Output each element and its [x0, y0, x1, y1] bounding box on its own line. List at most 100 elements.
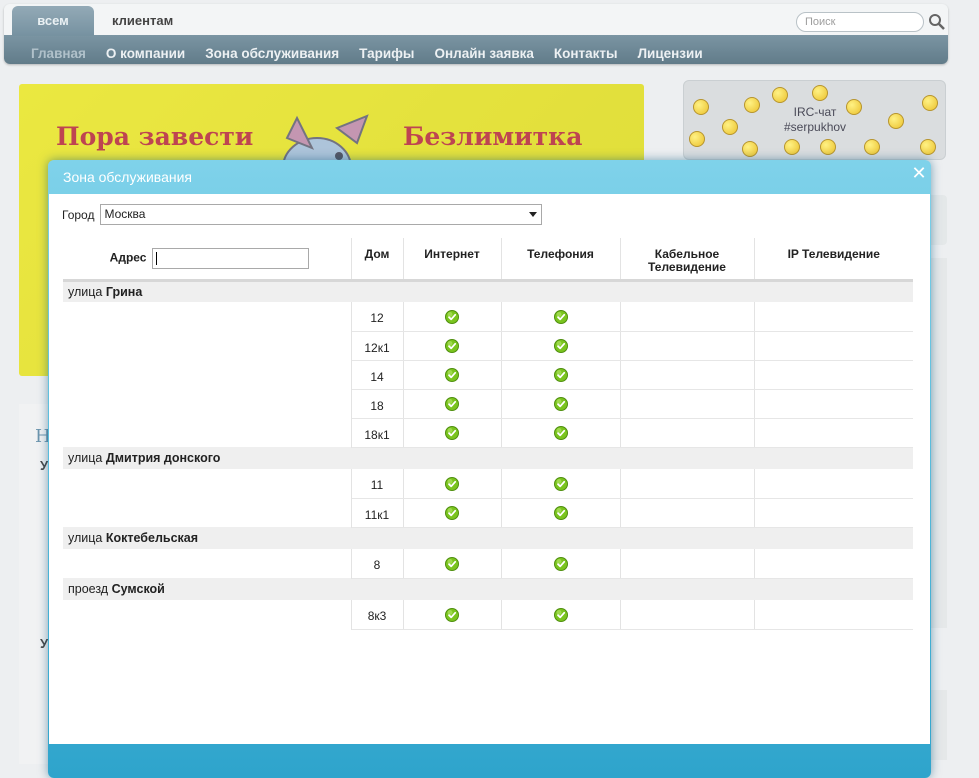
phone-cell	[501, 600, 621, 630]
ip-tv-cell	[754, 549, 913, 579]
internet-cell	[403, 331, 502, 361]
street-prefix: улица	[68, 531, 103, 546]
col-ip-tv: IP Телевидение	[787, 247, 880, 261]
street-name: Сумской	[111, 582, 165, 597]
check-icon	[553, 556, 568, 571]
street-name: Дмитрия донского	[105, 451, 221, 466]
ip-tv-cell	[754, 331, 913, 361]
cable-tv-cell	[620, 498, 755, 528]
check-icon	[553, 425, 568, 440]
internet-cell	[403, 302, 502, 332]
street-row: улица Дмитрия донского	[63, 447, 913, 469]
phone-cell	[501, 549, 621, 579]
internet-cell	[403, 469, 502, 499]
house-number: 18к1	[351, 418, 404, 448]
check-icon	[445, 338, 459, 353]
check-icon	[445, 476, 459, 491]
phone-cell	[501, 331, 621, 361]
house-row: 11к1	[63, 498, 913, 528]
cable-tv-cell	[620, 331, 755, 361]
cable-tv-cell	[620, 469, 755, 499]
internet-cell	[403, 360, 502, 390]
ip-tv-cell	[754, 360, 913, 390]
cable-tv-cell	[620, 549, 755, 579]
internet-cell	[403, 389, 502, 419]
modal-title: Зона обслуживания	[63, 169, 193, 185]
house-row: 18к1	[63, 418, 913, 448]
col-address: Адрес	[63, 238, 352, 280]
coverage-modal: Зона обслуживания ✕ Город Москва Адрес Д…	[48, 160, 931, 778]
close-icon[interactable]: ✕	[911, 164, 927, 182]
coverage-table-body: улица Грина 12 12к1 14 18 18к1 улица Дмитрия д…	[63, 280, 913, 630]
phone-cell	[501, 418, 621, 448]
cable-tv-cell	[620, 302, 755, 332]
phone-cell	[501, 389, 621, 419]
phone-cell	[501, 498, 621, 528]
cable-tv-cell	[620, 418, 755, 448]
house-row: 8к3	[63, 600, 913, 630]
phone-cell	[501, 360, 621, 390]
house-row: 12к1	[63, 331, 913, 361]
ip-tv-cell	[754, 302, 913, 332]
house-number: 11к1	[351, 498, 404, 528]
check-icon	[445, 556, 459, 571]
modal-footer	[49, 744, 930, 778]
street-prefix: проезд	[68, 582, 109, 597]
street-row: улица Коктебельская	[63, 527, 913, 549]
check-icon	[553, 338, 568, 353]
table-header: Адрес Дом Интернет Телефония Кабельное Т…	[63, 238, 913, 280]
ip-tv-cell	[754, 498, 913, 528]
col-house: Дом	[351, 238, 404, 280]
house-number: 11	[351, 469, 404, 499]
city-select[interactable]: Москва	[100, 204, 543, 225]
ip-tv-cell	[754, 418, 913, 448]
address-input[interactable]	[151, 248, 309, 269]
street-row: улица Грина	[63, 280, 913, 302]
check-icon	[553, 367, 568, 382]
col-phone: Телефония	[501, 238, 621, 280]
check-icon	[553, 505, 568, 520]
check-icon	[445, 367, 459, 382]
modal-body: Город Москва Адрес Дом Интернет Телефони…	[49, 194, 930, 744]
check-icon	[553, 607, 568, 622]
internet-cell	[403, 418, 502, 448]
city-row: Город Москва	[62, 204, 543, 225]
internet-cell	[403, 498, 502, 528]
street-prefix: улица	[68, 451, 103, 466]
house-row: 14	[63, 360, 913, 390]
house-number: 12	[351, 302, 404, 332]
check-icon	[445, 505, 459, 520]
col-internet: Интернет	[403, 238, 502, 280]
house-row: 18	[63, 389, 913, 419]
house-number: 8к3	[351, 600, 404, 630]
check-icon	[553, 309, 568, 324]
phone-cell	[501, 469, 621, 499]
house-number: 14	[351, 360, 404, 390]
check-icon	[445, 425, 459, 440]
check-icon	[445, 396, 459, 411]
phone-cell	[501, 302, 621, 332]
street-prefix: улица	[68, 284, 103, 299]
ip-tv-cell	[754, 389, 913, 419]
house-number: 8	[351, 549, 404, 579]
house-number: 12к1	[351, 331, 404, 361]
check-icon	[445, 607, 459, 622]
internet-cell	[403, 549, 502, 579]
check-icon	[553, 476, 568, 491]
city-label: Город	[62, 207, 95, 222]
house-number: 18	[351, 389, 404, 419]
cable-tv-cell	[620, 360, 755, 390]
cable-tv-cell	[620, 600, 755, 630]
chevron-down-icon	[529, 212, 538, 217]
internet-cell	[403, 600, 502, 630]
cable-tv-cell	[620, 389, 755, 419]
city-select-value: Москва	[104, 207, 146, 221]
check-icon	[445, 309, 459, 324]
ip-tv-cell	[754, 600, 913, 630]
house-row: 8	[63, 549, 913, 579]
house-row: 12	[63, 302, 913, 332]
check-icon	[553, 396, 568, 411]
street-name: Коктебельская	[105, 531, 199, 546]
coverage-table: Адрес Дом Интернет Телефония Кабельное Т…	[63, 238, 913, 630]
col-cable-tv: Кабельное Телевидение	[620, 238, 755, 280]
